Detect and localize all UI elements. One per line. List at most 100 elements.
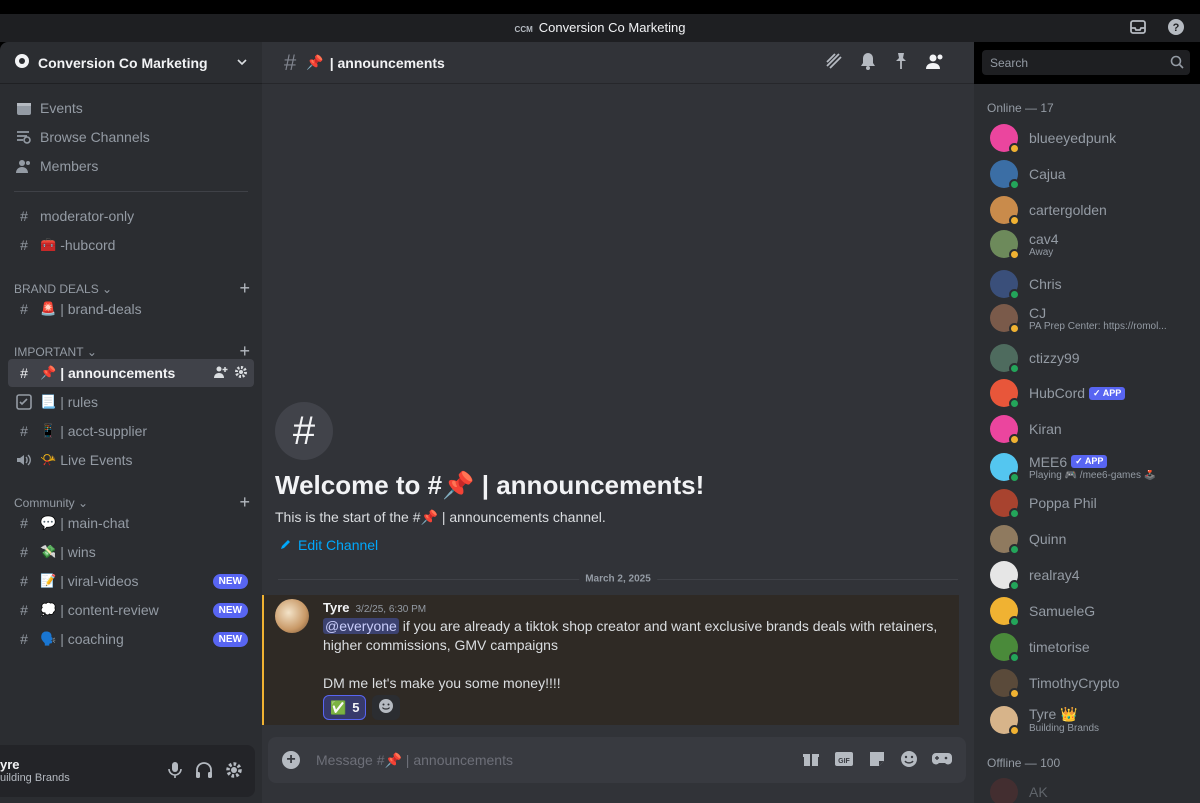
member-item[interactable]: cartergolden [990,193,1190,227]
new-badge: NEW [212,631,248,647]
pin-icon[interactable] [893,52,909,73]
emoji-icon[interactable] [900,750,918,771]
everyone-mention[interactable]: @everyone [323,618,399,634]
channel-content-review[interactable]: # 💭 | content-review NEW [8,596,254,624]
channel-hubcord[interactable]: # 🧰 -hubcord [8,231,254,259]
hash-icon: # [284,49,297,75]
member-avatar [990,196,1020,226]
sidebar-item-events[interactable]: Events [8,94,254,122]
member-item[interactable]: CJ PA Prep Center: https://romol... [990,301,1190,335]
member-item[interactable]: blueeyedpunk [990,121,1190,155]
channel-emoji: 💭 [40,602,57,617]
hash-icon: # [20,365,28,381]
reaction-count: 5 [352,700,360,715]
member-item[interactable]: cav4 Away [990,227,1190,261]
threads-icon[interactable] [825,52,843,73]
member-item[interactable]: Cajua [990,157,1190,191]
member-item[interactable]: TimothyCrypto [990,666,1190,700]
chevron-down-icon[interactable] [236,55,248,71]
svg-text:?: ? [1173,22,1180,34]
channel-brand-deals[interactable]: # 🚨 | brand-deals [8,295,254,323]
channel-rules[interactable]: 📃 | rules [8,388,254,416]
message-line-2: DM me let's make you some money!!!! [323,675,561,691]
microphone-icon[interactable] [167,761,183,782]
user-name: yre [0,757,20,772]
help-icon[interactable]: ? [1167,18,1187,38]
member-item[interactable]: Kiran [990,412,1190,446]
member-item[interactable]: ctizzy99 [990,341,1190,375]
member-name-text: ctizzy99 [1029,350,1080,366]
member-name: HubCord ✓ APP [1029,385,1126,401]
channel-coaching[interactable]: # 🗣️ | coaching NEW [8,625,254,653]
sidebar-item-label: Events [40,100,83,116]
message-item[interactable]: Tyre 3/2/25, 6:30 PM @everyone if you are… [262,595,959,725]
sidebar-item-members[interactable]: Members [8,152,254,180]
gear-icon[interactable] [234,365,248,382]
member-avatar [990,270,1020,300]
member-item[interactable]: SamueleG [990,594,1190,628]
member-list-icon[interactable] [926,53,944,72]
gift-icon[interactable] [802,750,820,771]
member-item[interactable]: realray4 [990,558,1190,592]
channel-live-events[interactable]: 📯 Live Events [8,446,254,474]
member-item[interactable]: MEE6 ✓ APP Playing 🎮 /mee6-games 🕹️ [990,450,1190,484]
channel-wins[interactable]: # 💸 | wins [8,538,254,566]
member-item[interactable]: Poppa Phil [990,486,1190,520]
author-avatar[interactable] [275,599,309,633]
member-item[interactable]: AK [990,775,1190,803]
member-item[interactable]: Chris [990,267,1190,301]
settings-gear-icon[interactable] [225,761,243,782]
status-dot [1009,725,1020,736]
app-badge: ✓ APP [1089,386,1126,400]
pencil-icon [280,537,292,553]
user-panel: yre uilding Brands [0,745,255,797]
channel-main-chat[interactable]: # 💬 | main-chat [8,509,254,537]
headphones-icon[interactable] [195,761,213,782]
user-info[interactable]: yre uilding Brands [0,757,70,784]
activities-icon[interactable] [932,751,952,770]
member-name: realray4 [1029,567,1080,583]
channel-viral-videos[interactable]: # 📝 | viral-videos NEW [8,567,254,595]
edit-channel-link[interactable]: Edit Channel [280,537,378,553]
channel-moderator-only[interactable]: # moderator-only [8,202,254,230]
reaction-emoji: ✅ [330,699,347,715]
reaction-checkmark[interactable]: ✅ 5 [323,695,367,720]
sticker-icon[interactable] [868,750,886,771]
channel-emoji: 🚨 [40,301,57,316]
hash-icon: # [20,573,28,589]
window-title: CCM Conversion Co Marketing [0,20,1200,35]
channel-acct-supplier[interactable]: # 📱 | acct-supplier [8,417,254,445]
member-item[interactable]: Tyre 👑 Building Brands [990,703,1190,737]
edit-channel-label: Edit Channel [298,537,379,553]
member-name-text: cartergolden [1029,202,1107,218]
status-dot [1009,179,1020,190]
sidebar-item-browse-channels[interactable]: Browse Channels [8,123,254,151]
channel-name: | announcements [329,54,445,71]
date-divider-label: March 2, 2025 [579,573,657,585]
composer-placeholder[interactable]: Message #📌 | announcements [316,752,802,769]
bell-icon[interactable] [860,52,876,73]
search-input[interactable]: Search [982,50,1190,75]
upload-plus-icon[interactable]: + [282,751,300,769]
author-name[interactable]: Tyre [323,600,350,615]
invite-icon[interactable] [214,365,228,382]
add-reaction-button[interactable] [372,695,400,720]
channel-announcements[interactable]: # 📌 | announcements [8,359,254,387]
member-name-text: Quinn [1029,531,1067,547]
member-status-text: Playing 🎮 /mee6-games 🕹️ [1029,469,1157,481]
member-name: SamueleG [1029,603,1095,619]
channel-label: | wins [60,544,96,560]
guild-header[interactable]: Conversion Co Marketing [0,42,262,84]
channel-sidebar: Conversion Co Marketing Events Browse Ch… [0,42,262,803]
message-composer[interactable]: + Message #📌 | announcements GIF [268,737,966,783]
channel-label: | acct-supplier [60,423,148,439]
inbox-icon[interactable] [1129,18,1149,38]
member-name-text: cav4 [1029,230,1059,247]
member-avatar [990,669,1020,699]
gif-icon[interactable]: GIF [834,750,854,771]
member-item[interactable]: timetorise [990,630,1190,664]
channel-emoji: 📃 [40,394,57,409]
member-item[interactable]: Quinn [990,522,1190,556]
member-item[interactable]: HubCord ✓ APP [990,376,1190,410]
member-name-text: realray4 [1029,567,1080,583]
